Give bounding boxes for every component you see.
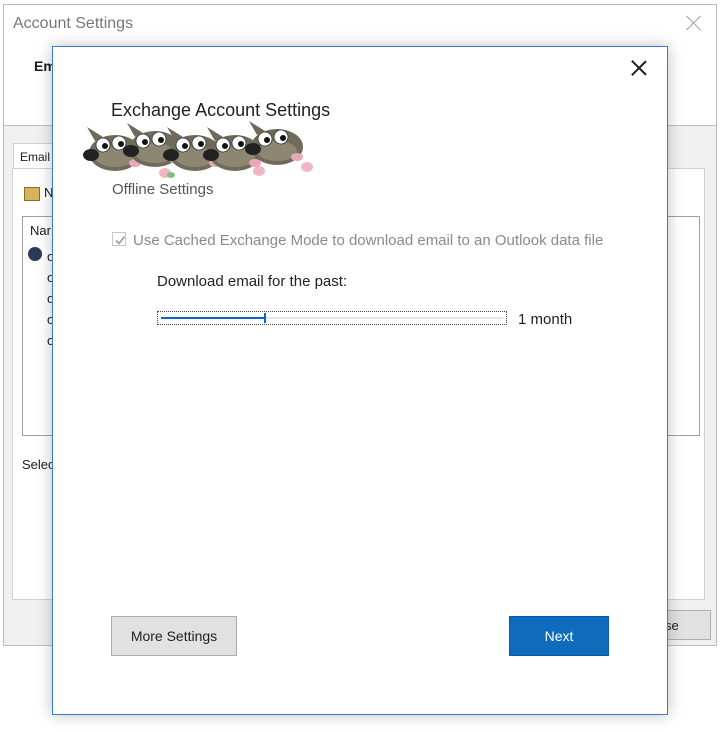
- tab-email-label: Email: [20, 150, 51, 164]
- default-account-icon: [28, 247, 42, 261]
- slider-value-label: 1 month: [518, 311, 573, 328]
- account-icon: [24, 186, 40, 201]
- download-period-label: Download email for the past:: [157, 273, 348, 290]
- account-settings-titlebar: Account Settings: [4, 5, 716, 45]
- account-settings-title: Account Settings: [13, 15, 134, 32]
- more-settings-button[interactable]: More Settings: [111, 616, 237, 656]
- next-label: Next: [544, 628, 574, 644]
- cached-mode-label: Use Cached Exchange Mode to download ema…: [133, 232, 604, 249]
- exchange-account-settings-dialog: Exchange Account Settings Offline Settin…: [52, 46, 668, 715]
- dialog-title: Exchange Account Settings: [111, 100, 331, 120]
- section-label-offline-settings: Offline Settings: [112, 181, 214, 198]
- next-button[interactable]: Next: [509, 616, 609, 656]
- more-settings-label: More Settings: [130, 628, 218, 644]
- new-account-button[interactable]: N: [24, 185, 53, 201]
- close-icon[interactable]: [684, 13, 704, 33]
- checkmark-icon: [115, 236, 126, 245]
- tab-email[interactable]: Email: [13, 143, 55, 170]
- slider-fill: [161, 317, 264, 319]
- account-list-header: Nar: [30, 223, 51, 238]
- cached-mode-checkbox[interactable]: [112, 232, 126, 246]
- selected-account-text: Selec: [22, 457, 55, 472]
- slider-thumb[interactable]: [264, 313, 266, 323]
- gimp-mascot-icon: [83, 120, 313, 178]
- download-period-slider[interactable]: [157, 311, 507, 325]
- close-icon[interactable]: [628, 57, 650, 79]
